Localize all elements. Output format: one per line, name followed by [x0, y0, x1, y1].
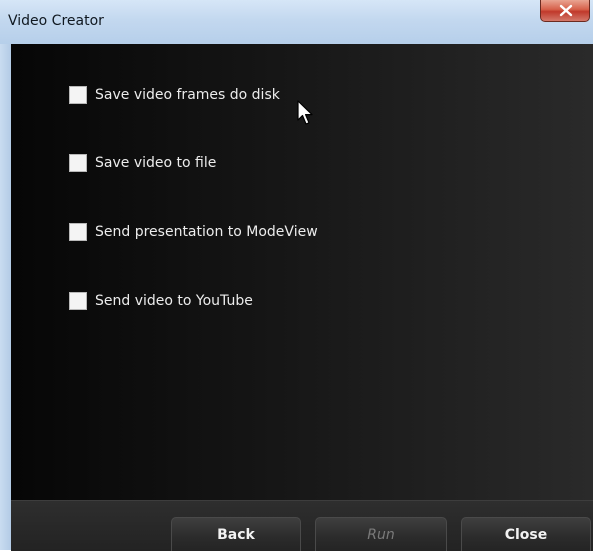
- option-save-file[interactable]: Save video to file: [69, 152, 216, 174]
- run-button[interactable]: Run: [315, 517, 447, 551]
- button-bar: Back Run Close: [11, 500, 593, 551]
- mouse-cursor-icon: [297, 100, 313, 125]
- send-modeview-checkbox[interactable]: [69, 223, 87, 241]
- save-frames-label: Save video frames do disk: [95, 87, 280, 103]
- window-title: Video Creator: [8, 13, 104, 29]
- save-file-checkbox[interactable]: [69, 154, 87, 172]
- send-youtube-checkbox[interactable]: [69, 292, 87, 310]
- video-creator-window: Video Creator Save video frames do disk …: [0, 0, 593, 551]
- save-frames-checkbox[interactable]: [69, 86, 87, 104]
- close-icon: [559, 4, 573, 17]
- close-button[interactable]: Close: [461, 517, 591, 551]
- send-modeview-label: Send presentation to ModeView: [95, 224, 318, 240]
- window-close-button[interactable]: [540, 0, 590, 22]
- window-frame-left: [0, 44, 11, 550]
- option-send-modeview[interactable]: Send presentation to ModeView: [69, 221, 318, 243]
- option-send-youtube[interactable]: Send video to YouTube: [69, 290, 253, 312]
- save-file-label: Save video to file: [95, 155, 217, 171]
- option-save-frames[interactable]: Save video frames do disk: [69, 84, 280, 106]
- back-button[interactable]: Back: [171, 517, 301, 551]
- send-youtube-label: Send video to YouTube: [95, 293, 253, 309]
- title-bar: Video Creator: [0, 0, 593, 45]
